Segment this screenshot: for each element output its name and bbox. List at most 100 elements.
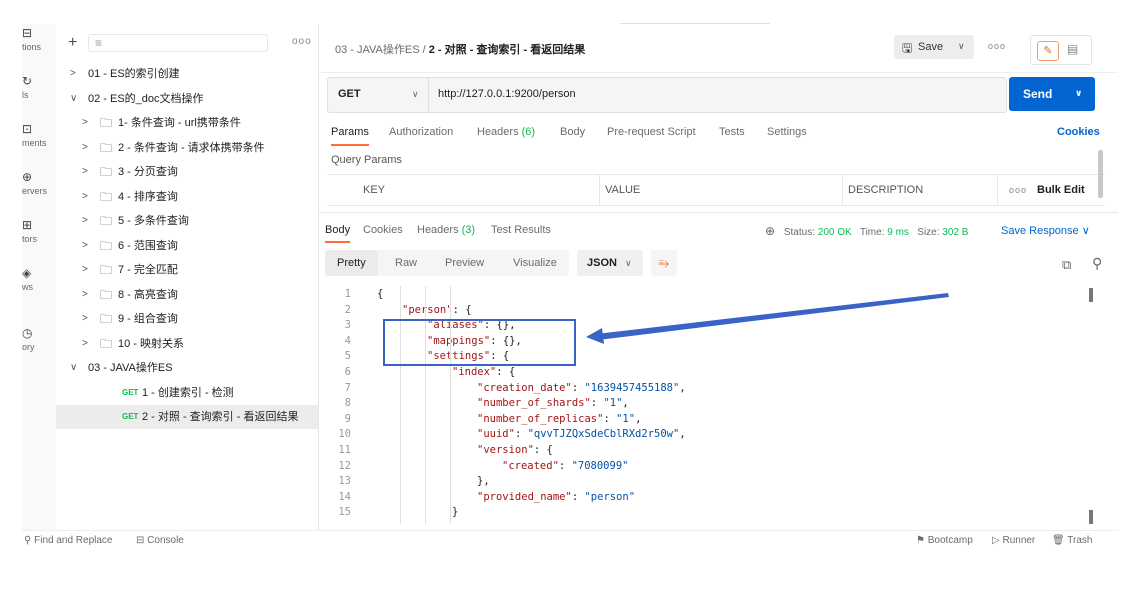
tree-item[interactable]: > 🗀 3 - 分页查询 — [56, 160, 318, 184]
rail-item[interactable]: ⊞ tors — [22, 216, 56, 256]
sidebar-more-icon[interactable]: ooo — [292, 36, 312, 47]
view-visualize[interactable]: Visualize — [501, 250, 569, 276]
format-select[interactable]: JSON ∨ — [577, 250, 643, 276]
status-value[interactable]: 200 OK — [818, 227, 852, 238]
save-response-button[interactable]: Save Response ∨ — [1001, 224, 1090, 237]
chevron-right-icon[interactable]: > — [82, 258, 88, 282]
documentation-icon[interactable]: ▤ — [1067, 42, 1078, 56]
tab-body[interactable]: Body — [560, 126, 585, 138]
cookies-link[interactable]: Cookies — [1057, 126, 1100, 138]
chevron-right-icon[interactable]: > — [82, 160, 88, 184]
tab-pre-request-script[interactable]: Pre-request Script — [607, 126, 696, 138]
response-tab-cookies[interactable]: Cookies — [363, 224, 403, 236]
breadcrumb-current[interactable]: 2 - 对照 - 查询索引 - 看返回结果 — [429, 44, 585, 56]
chevron-right-icon[interactable]: > — [82, 136, 88, 160]
chevron-right-icon[interactable]: > — [70, 62, 76, 86]
json-key: "number_of_shards" — [477, 397, 591, 410]
tab-headers[interactable]: Headers (6) — [477, 126, 535, 138]
tree-item[interactable]: GET 1 - 创建索引 - 检测 — [56, 381, 318, 405]
console-button[interactable]: ⊟ Console — [136, 535, 184, 546]
json-string: "7080099" — [571, 459, 629, 472]
tree-item[interactable]: > 🗀 7 - 完全匹配 — [56, 258, 318, 282]
chevron-right-icon[interactable]: > — [82, 332, 88, 356]
tab-more-icon[interactable]: ooo — [988, 41, 1006, 51]
rail-item[interactable]: ◷ ory — [22, 324, 56, 364]
rail-label: tors — [22, 234, 38, 244]
code-text: { — [377, 286, 383, 302]
globe-icon[interactable]: ⊕ — [765, 224, 775, 238]
params-more-icon[interactable]: ooo — [1009, 185, 1027, 195]
tab-params[interactable]: Params — [331, 126, 369, 146]
rail-item[interactable]: ↻ ls — [22, 72, 56, 112]
chevron-right-icon[interactable]: > — [82, 185, 88, 209]
bootcamp-label: Bootcamp — [927, 535, 973, 546]
chevron-down-icon[interactable]: ∨ — [1075, 88, 1082, 99]
response-divider[interactable] — [319, 212, 1118, 213]
response-tab-body[interactable]: Body — [325, 224, 351, 243]
method-select[interactable]: GET — [338, 88, 361, 100]
tree-item[interactable]: > 🗀 9 - 组合查询 — [56, 307, 318, 331]
time-value[interactable]: 9 ms — [887, 227, 909, 238]
chevron-down-icon[interactable]: ∨ — [70, 87, 77, 111]
view-raw[interactable]: Raw — [383, 250, 429, 276]
response-tab-headers[interactable]: Headers (3) — [417, 224, 475, 236]
tree-item[interactable]: >01 - ES的索引创建 — [56, 62, 318, 86]
filter-input[interactable]: ≡ — [88, 34, 268, 52]
editor-scrollbar-bottom[interactable] — [1089, 510, 1093, 524]
description-column: DESCRIPTION — [848, 184, 924, 196]
tree-item[interactable]: > 🗀 2 - 条件查询 - 请求体携带条件 — [56, 136, 318, 160]
method-badge: GET — [122, 387, 139, 397]
trash-button[interactable]: 🗑 Trash — [1052, 535, 1093, 546]
tree-item[interactable]: GET 2 - 对照 - 查询索引 - 看返回结果 — [56, 405, 318, 429]
tab-label: Headers — [477, 126, 519, 138]
tree-item[interactable]: > 🗀 8 - 高亮查询 — [56, 283, 318, 307]
tab-settings[interactable]: Settings — [767, 126, 807, 138]
rail-item[interactable]: ◈ ws — [22, 264, 56, 304]
edit-pencil-icon[interactable]: ✎ — [1037, 41, 1059, 61]
breadcrumb-parent[interactable]: 03 - JAVA操作ES — [335, 44, 420, 56]
tree-item[interactable]: > 🗀 4 - 排序查询 — [56, 185, 318, 209]
send-button[interactable]: Send ∨ — [1009, 77, 1095, 111]
json-punct: : — [603, 412, 617, 425]
copy-icon[interactable]: ⧉ — [1062, 257, 1071, 273]
line-number: 7 — [344, 381, 351, 394]
tab-tests[interactable]: Tests — [719, 126, 745, 138]
editor-scrollbar-top[interactable] — [1089, 288, 1093, 302]
chevron-right-icon[interactable]: > — [82, 111, 88, 135]
tree-item[interactable]: ∨ 03 - JAVA操作ES — [56, 356, 318, 380]
json-punct: , — [622, 397, 629, 410]
json-punct: , — [679, 428, 686, 441]
folder-icon: 🗀 — [100, 336, 113, 351]
tree-item[interactable]: > 🗀 6 - 范围查询 — [56, 234, 318, 258]
chevron-right-icon[interactable]: > — [82, 234, 88, 258]
view-preview[interactable]: Preview — [433, 250, 496, 276]
chevron-right-icon[interactable]: > — [82, 209, 88, 233]
chevron-right-icon[interactable]: > — [82, 307, 88, 331]
params-scrollbar[interactable] — [1098, 150, 1103, 198]
search-icon[interactable]: ⚲ — [1092, 255, 1102, 272]
response-tab-test-results[interactable]: Test Results — [491, 224, 551, 236]
new-collection-plus-icon[interactable]: + — [68, 34, 77, 52]
bulk-edit-link[interactable]: Bulk Edit — [1037, 184, 1085, 196]
rail-item[interactable]: ⊟ tions — [22, 24, 56, 64]
url-input[interactable]: http://127.0.0.1:9200/person — [438, 88, 576, 100]
size-value[interactable]: 302 B — [942, 227, 968, 238]
tree-item[interactable]: ∨ 02 - ES的_doc文档操作 — [56, 87, 318, 111]
chevron-down-icon[interactable]: ∨ — [412, 89, 419, 100]
find-replace-button[interactable]: ⚲ Find and Replace — [24, 535, 113, 546]
tab-authorization[interactable]: Authorization — [389, 126, 453, 138]
wrap-lines-icon[interactable]: ⥱ — [651, 250, 677, 276]
tree-item[interactable]: > 🗀 5 - 多条件查询 — [56, 209, 318, 233]
chevron-down-icon[interactable]: ∨ — [70, 356, 77, 380]
view-pretty[interactable]: Pretty — [325, 250, 378, 276]
tree-item[interactable]: > 🗀 1- 条件查询 - url携带条件 — [56, 111, 318, 135]
rail-item[interactable]: ⊡ ments — [22, 120, 56, 160]
chevron-down-icon[interactable]: ∨ — [958, 41, 965, 52]
tree-item[interactable]: > 🗀 10 - 映射关系 — [56, 332, 318, 356]
save-button[interactable]: 🖫 Save ∨ — [894, 35, 974, 59]
rail-item[interactable]: ⊕ ervers — [22, 168, 56, 208]
bootcamp-button[interactable]: ⚑ Bootcamp — [916, 535, 973, 546]
runner-button[interactable]: ▷ Runner — [992, 535, 1035, 546]
json-key: "uuid" — [477, 428, 515, 441]
chevron-right-icon[interactable]: > — [82, 283, 88, 307]
